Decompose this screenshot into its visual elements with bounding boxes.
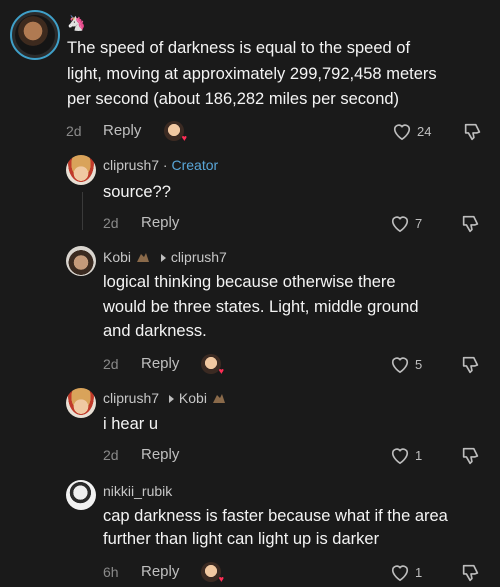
- avatar[interactable]: [10, 10, 60, 60]
- author-emoji: 🦄: [67, 15, 86, 32]
- like-button[interactable]: 24: [391, 121, 431, 141]
- reply-button[interactable]: Reply: [141, 563, 179, 580]
- comment-age: 2d: [103, 447, 119, 463]
- comment-text-line: logical thinking because otherwise there: [103, 273, 396, 291]
- heart-outline-icon: [393, 124, 411, 141]
- author-line: cliprush7 · Creator: [103, 157, 218, 173]
- avatar[interactable]: [66, 388, 96, 418]
- author-name[interactable]: cliprush7: [103, 157, 159, 173]
- like-button[interactable]: 1: [389, 562, 422, 582]
- heart-outline-icon: [391, 357, 409, 374]
- thumbs-down-icon[interactable]: [460, 354, 482, 376]
- thumbs-down-icon[interactable]: [460, 213, 482, 235]
- reply-button[interactable]: Reply: [141, 355, 179, 372]
- creator-badge: Creator: [171, 157, 219, 173]
- author-line: cliprush7 Kobi: [103, 390, 227, 408]
- comment-age: 2d: [66, 123, 82, 139]
- heart-outline-icon: [391, 448, 409, 465]
- avatar[interactable]: [66, 480, 96, 510]
- comment-age: 2d: [103, 356, 119, 372]
- comment-age: 6h: [103, 564, 119, 580]
- comment-text-line: per second (about 186,282 miles per seco…: [67, 90, 400, 108]
- comment-text-line: light, moving at approximately 299,792,4…: [67, 65, 437, 83]
- reply-comment: cliprush7 Kobi i hear u 2d Reply 1: [0, 380, 500, 472]
- reply-to-name[interactable]: Kobi: [179, 390, 207, 406]
- creator-liked-avatar-icon: ♥: [164, 121, 187, 143]
- comment-text-line: further than light can light up is darke…: [103, 530, 380, 548]
- like-count: 1: [415, 564, 423, 580]
- comment-text-line: would be three states. Light, middle gro…: [103, 298, 419, 316]
- author-flair-icon: [135, 250, 151, 267]
- author-line: nikkii_rubik: [103, 483, 172, 499]
- comment-text-line: source??: [103, 183, 171, 201]
- reply-button[interactable]: Reply: [103, 122, 141, 139]
- comment-text-line: and darkness.: [103, 322, 207, 340]
- comment-text-line: cap darkness is faster because what if t…: [103, 507, 448, 525]
- heart-outline-icon: [391, 565, 409, 582]
- reply-button[interactable]: Reply: [141, 446, 179, 463]
- reply-arrow-icon: [168, 394, 174, 403]
- comment-age: 2d: [103, 215, 119, 231]
- like-button[interactable]: 1: [389, 445, 422, 465]
- top-comment: 🦄 The speed of darkness is equal to the …: [0, 0, 500, 150]
- thumbs-down-icon[interactable]: [460, 445, 482, 467]
- thumbs-down-icon[interactable]: [462, 121, 484, 143]
- like-button[interactable]: 5: [389, 354, 422, 374]
- creator-liked-avatar-icon: ♥: [201, 562, 224, 584]
- heart-outline-icon: [391, 216, 409, 233]
- reply-button[interactable]: Reply: [141, 214, 179, 231]
- reply-comment: nikkii_rubik cap darkness is faster beca…: [0, 472, 500, 587]
- name-separator: ·: [162, 157, 168, 173]
- like-count: 24: [417, 123, 432, 139]
- reply-comment: cliprush7 · Creator source?? 2d Reply 7: [0, 150, 500, 240]
- thumbs-down-icon[interactable]: [460, 562, 482, 584]
- reply-comment: Kobi cliprush7 logical thinking because …: [0, 240, 500, 380]
- like-count: 7: [415, 215, 423, 231]
- reply-to-name[interactable]: cliprush7: [171, 249, 227, 265]
- author-flair-icon: [211, 391, 227, 408]
- like-count: 5: [415, 356, 423, 372]
- author-line: Kobi cliprush7: [103, 249, 227, 267]
- author-name[interactable]: Kobi: [103, 249, 131, 265]
- comment-text-line: i hear u: [103, 415, 159, 433]
- author-name[interactable]: nikkii_rubik: [103, 483, 172, 499]
- comment-text-line: The speed of darkness is equal to the sp…: [67, 39, 411, 57]
- avatar[interactable]: [66, 246, 96, 276]
- author-name[interactable]: cliprush7: [103, 390, 159, 406]
- reply-arrow-icon: [160, 253, 166, 262]
- like-count: 1: [415, 447, 423, 463]
- avatar[interactable]: [66, 155, 96, 185]
- like-button[interactable]: 7: [389, 213, 422, 233]
- creator-liked-avatar-icon: ♥: [201, 354, 224, 376]
